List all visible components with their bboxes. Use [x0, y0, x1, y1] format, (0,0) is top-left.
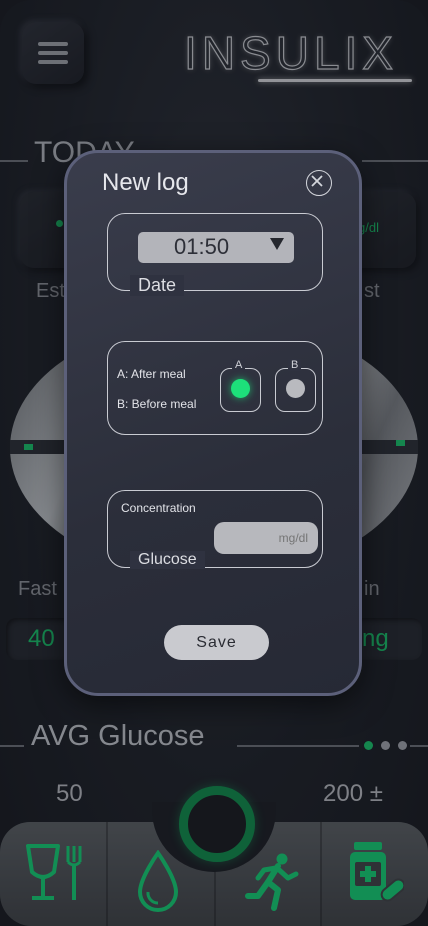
new-log-modal: New log 01:50 Date A: After meal B: Befo…	[64, 150, 362, 696]
time-select[interactable]: 01:50	[138, 232, 294, 263]
close-button[interactable]	[306, 170, 332, 196]
option-b-text: B: Before meal	[117, 397, 197, 411]
radio-b-tag: B	[288, 359, 302, 371]
dropdown-caret-icon	[270, 238, 284, 250]
glucose-input[interactable]	[214, 522, 318, 554]
glucose-label: Glucose	[130, 551, 205, 569]
radio-b-dot	[286, 379, 305, 398]
modal-title: New log	[102, 169, 189, 196]
time-value: 01:50	[174, 234, 230, 259]
concentration-label: Concentration	[121, 501, 196, 515]
date-label: Date	[130, 275, 185, 296]
close-icon	[311, 175, 324, 188]
glucose-group: Concentration Glucose	[107, 490, 323, 569]
date-group: 01:50 Date	[107, 213, 323, 296]
meal-timing-group: A: After meal B: Before meal A B	[107, 341, 323, 435]
radio-a-selected-dot	[231, 379, 250, 398]
save-button[interactable]: Save	[164, 625, 269, 660]
radio-a[interactable]: A	[220, 359, 261, 412]
app-screen: INSULIX TODAY g/dl Est st Fast in 40 ng …	[0, 0, 428, 926]
option-a-text: A: After meal	[117, 367, 186, 381]
radio-b[interactable]: B	[275, 359, 316, 412]
radio-a-tag: A	[232, 359, 246, 371]
